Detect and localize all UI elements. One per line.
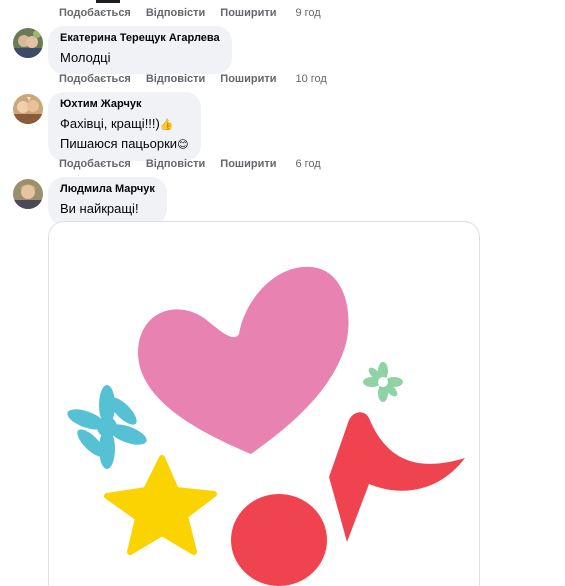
comment-text-2: Пишаюся пацьорки xyxy=(60,136,178,151)
smiling-face-icon: 😊 xyxy=(177,138,189,151)
share-button[interactable]: Поширити xyxy=(220,158,276,170)
comment: Людмила Марчук Ви найкращі! xyxy=(13,177,167,225)
avatar[interactable] xyxy=(13,94,43,124)
comment-text: Молодці xyxy=(60,50,111,65)
comment-text: Ви найкращі! xyxy=(60,201,139,216)
heart-shape xyxy=(138,266,349,454)
avatar[interactable] xyxy=(13,179,43,209)
comment-timestamp[interactable]: 10 год xyxy=(295,73,326,85)
comment-actions: Подобається Відповісти Поширити 9 год xyxy=(59,5,321,21)
share-button[interactable]: Поширити xyxy=(220,7,276,19)
reply-button[interactable]: Відповісти xyxy=(146,7,205,19)
blue-flower-shape xyxy=(67,385,147,469)
comment: Екатерина Терещук Агарлева Молодці xyxy=(13,26,232,74)
sticker-attachment[interactable] xyxy=(48,221,480,586)
comment-actions: Подобається Відповісти Поширити 6 год xyxy=(59,156,321,172)
comment-text-1: Фахівці, кращі!!!) xyxy=(60,116,160,131)
green-flower-shape xyxy=(363,362,403,402)
comment-author[interactable]: Юхтим Жарчук xyxy=(60,98,189,110)
comment-bubble: Людмила Марчук Ви найкращі! xyxy=(48,177,167,225)
avatar[interactable] xyxy=(13,28,43,58)
share-button[interactable]: Поширити xyxy=(220,73,276,85)
like-button[interactable]: Подобається xyxy=(59,158,131,170)
comment-bubble: Екатерина Терещук Агарлева Молодці xyxy=(48,26,232,74)
like-button[interactable]: Подобається xyxy=(59,7,131,19)
heart-star-music-sticker xyxy=(67,266,465,586)
comment-actions: Подобається Відповісти Поширити 10 год xyxy=(59,71,327,87)
reply-button[interactable]: Відповісти xyxy=(146,158,205,170)
comment-bubble: Юхтим Жарчук Фахівці, кращі!!!)👍 Пишаюся… xyxy=(48,92,201,161)
thumbs-up-icon: 👍 xyxy=(159,118,174,131)
reply-button[interactable]: Відповісти xyxy=(146,73,205,85)
comment-timestamp[interactable]: 9 год xyxy=(295,7,320,19)
like-button[interactable]: Подобається xyxy=(59,73,131,85)
comment-text-line: Фахівці, кращі!!!)👍 xyxy=(60,114,189,134)
comment-author[interactable]: Екатерина Терещук Агарлева xyxy=(60,32,220,44)
comment-timestamp[interactable]: 6 год xyxy=(295,158,320,170)
previous-comment-edge xyxy=(96,0,120,3)
yellow-star-shape xyxy=(104,455,217,555)
comment-text-line: Пишаюся пацьорки😊 xyxy=(60,134,189,154)
comment-author[interactable]: Людмила Марчук xyxy=(60,183,155,195)
comment: Юхтим Жарчук Фахівці, кращі!!!)👍 Пишаюся… xyxy=(13,92,201,161)
